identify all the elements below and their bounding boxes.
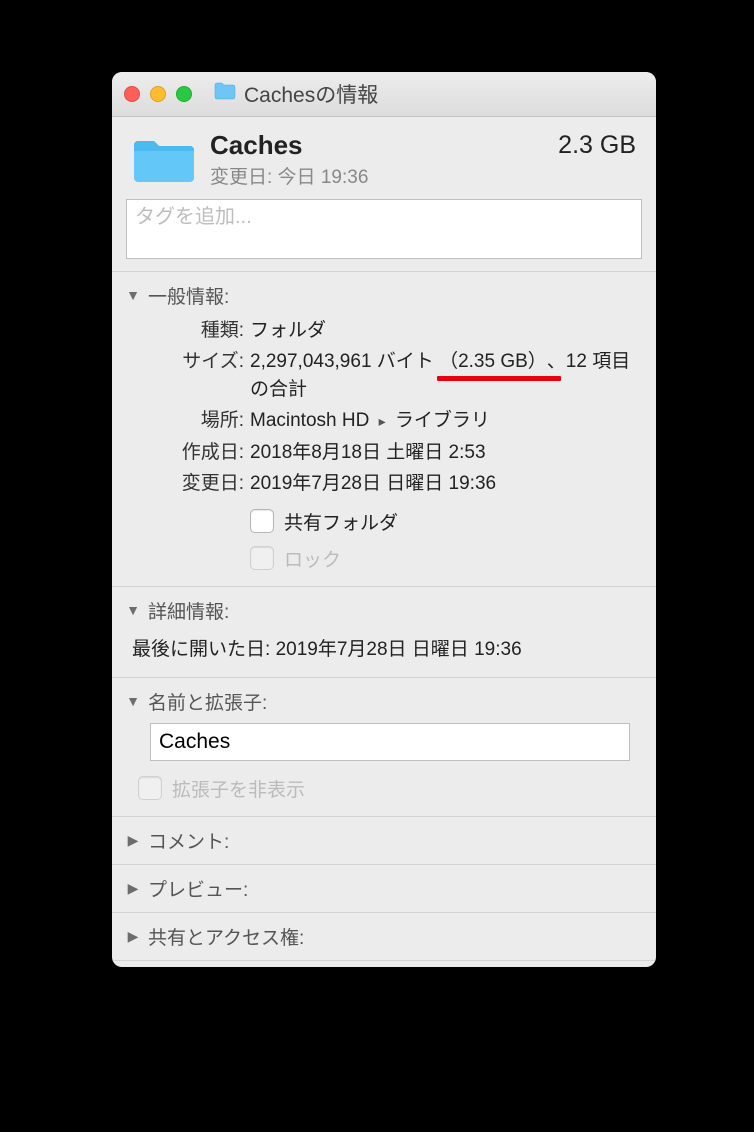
hide-extension-checkbox	[138, 776, 162, 800]
section-comments: ▶ コメント:	[112, 816, 656, 864]
size-label: サイズ:	[150, 348, 244, 376]
minimize-window-button[interactable]	[150, 86, 166, 102]
item-size-short: 2.3 GB	[558, 131, 636, 160]
last-opened-value: 2019年7月28日 日曜日 19:36	[276, 639, 522, 660]
tags-field[interactable]	[126, 199, 642, 259]
created-value: 2018年8月18日 土曜日 2:53	[250, 439, 636, 467]
size-value: 2,297,043,961 バイト （2.35 GB）、12 項目の合計	[250, 348, 636, 403]
summary-text: Caches 変更日: 今日 19:36	[210, 131, 548, 189]
hide-extension-row: 拡張子を非表示	[138, 775, 642, 802]
tags-input[interactable]	[127, 200, 641, 235]
chevron-right-icon: ▸	[379, 413, 386, 429]
where-value: Macintosh HD ▸ ライブラリ	[250, 407, 636, 435]
locked-row: ロック	[250, 545, 636, 572]
modified-value: 2019年7月28日 日曜日 19:36	[250, 470, 636, 498]
window-title: Cachesの情報	[244, 79, 378, 109]
kind-value: フォルダ	[250, 317, 636, 345]
section-title: コメント:	[148, 827, 229, 854]
zoom-window-button[interactable]	[176, 86, 192, 102]
section-header-more-info[interactable]: ▼ 詳細情報:	[126, 597, 642, 624]
locked-checkbox	[250, 546, 274, 570]
disclosure-down-icon: ▼	[126, 602, 140, 618]
disclosure-down-icon: ▼	[126, 287, 140, 303]
size-paren-annotated: （2.35 GB）	[439, 348, 547, 376]
last-opened-row: 最後に開いた日: 2019年7月28日 日曜日 19:36	[126, 624, 642, 663]
section-header-name-ext[interactable]: ▼ 名前と拡張子:	[126, 688, 642, 715]
section-title: 詳細情報:	[148, 597, 229, 624]
kind-label: 種類:	[150, 317, 244, 345]
section-general: ▼ 一般情報: 種類: フォルダ サイズ: 2,297,043,961 バイト …	[112, 271, 656, 586]
where-child: ライブラリ	[395, 410, 490, 431]
disclosure-right-icon: ▶	[126, 832, 140, 849]
section-preview: ▶ プレビュー:	[112, 864, 656, 912]
section-header-general[interactable]: ▼ 一般情報:	[126, 282, 642, 309]
section-title: プレビュー:	[148, 875, 248, 902]
section-title: 名前と拡張子:	[148, 688, 267, 715]
hide-extension-label: 拡張子を非表示	[172, 775, 305, 802]
disclosure-right-icon: ▶	[126, 928, 140, 945]
section-header-sharing[interactable]: ▶ 共有とアクセス権:	[126, 923, 642, 950]
where-label: 場所:	[150, 407, 244, 435]
window-controls	[124, 86, 192, 102]
section-header-preview[interactable]: ▶ プレビュー:	[126, 875, 642, 902]
section-sharing: ▶ 共有とアクセス権:	[112, 912, 656, 961]
created-label: 作成日:	[150, 439, 244, 467]
disclosure-down-icon: ▼	[126, 693, 140, 709]
item-modified: 変更日: 今日 19:36	[210, 162, 548, 189]
shared-folder-checkbox[interactable]	[250, 509, 274, 533]
locked-label: ロック	[284, 545, 341, 572]
name-input[interactable]	[150, 723, 630, 761]
last-opened-label: 最後に開いた日:	[132, 639, 270, 660]
size-bytes: 2,297,043,961 バイト	[250, 351, 434, 372]
summary-header: Caches 変更日: 今日 19:36 2.3 GB	[112, 117, 656, 199]
shared-folder-label: 共有フォルダ	[284, 508, 398, 535]
item-name: Caches	[210, 131, 548, 160]
section-more-info: ▼ 詳細情報: 最後に開いた日: 2019年7月28日 日曜日 19:36	[112, 586, 656, 677]
disclosure-right-icon: ▶	[126, 880, 140, 897]
section-title: 共有とアクセス権:	[148, 923, 304, 950]
get-info-window: Cachesの情報 Caches 変更日: 今日 19:36 2.3 GB ▼ …	[112, 72, 656, 967]
section-name-ext: ▼ 名前と拡張子: 拡張子を非表示	[112, 677, 656, 816]
folder-icon	[214, 82, 236, 106]
shared-folder-row: 共有フォルダ	[250, 508, 636, 535]
size-paren: （2.35 GB）	[439, 351, 547, 372]
section-header-comments[interactable]: ▶ コメント:	[126, 827, 642, 854]
folder-icon	[132, 135, 196, 185]
close-window-button[interactable]	[124, 86, 140, 102]
section-title: 一般情報:	[148, 282, 229, 309]
titlebar: Cachesの情報	[112, 72, 656, 117]
modified-label: 変更日:	[150, 470, 244, 498]
where-root: Macintosh HD	[250, 410, 369, 431]
